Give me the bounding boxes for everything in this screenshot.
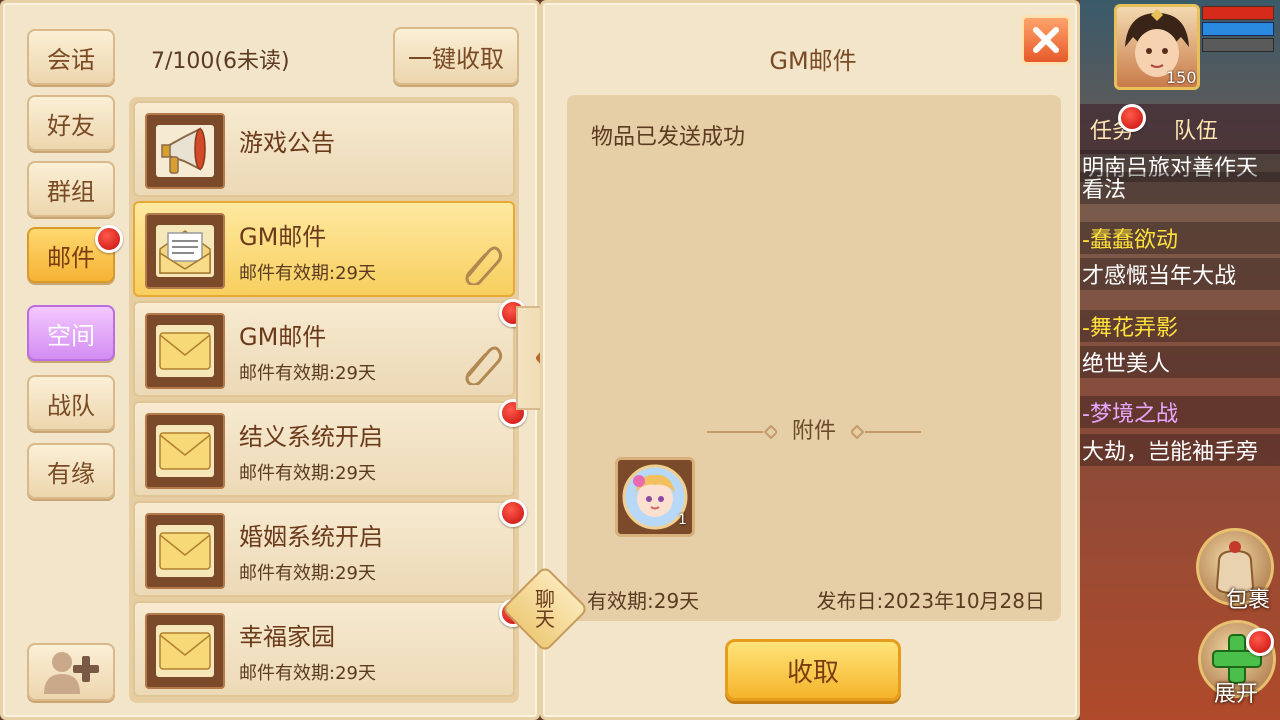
chat-line: -舞花弄影 — [1080, 310, 1280, 342]
chat-line: -梦境之战 — [1080, 396, 1280, 428]
mail-title: GM邮件 — [239, 223, 327, 251]
mail-content: 物品已发送成功 附件 1 有效期:29天 发布日:2023年10月28日 — [567, 95, 1061, 621]
tab-team-hud[interactable]: 队伍 — [1164, 113, 1228, 145]
envelope-icon — [145, 513, 225, 589]
mail-detail-title: GM邮件 — [769, 47, 857, 75]
open-envelope-icon — [145, 213, 225, 289]
tab-space[interactable]: 空间 — [27, 305, 115, 361]
tab-label: 有缘 — [47, 459, 95, 488]
hp-bar — [1202, 6, 1274, 20]
attachment-count: 1 — [678, 512, 687, 528]
mail-validity: 有效期:29天 — [587, 589, 700, 613]
social-panel: 会话 好友 群组 邮件 空间 战队 有缘 7/100(6未读) 一键收取 游戏公… — [0, 0, 540, 720]
mp-bar — [1202, 22, 1274, 36]
tab-groups[interactable]: 群组 — [27, 161, 115, 217]
tab-label: 好友 — [47, 111, 95, 140]
paperclip-icon — [465, 346, 503, 385]
mail-title: 游戏公告 — [239, 129, 335, 157]
unread-dot — [499, 499, 527, 527]
envelope-icon — [145, 613, 225, 689]
mail-item-gm[interactable]: GM邮件 邮件有效期:29天 — [133, 301, 515, 397]
tab-friends[interactable]: 好友 — [27, 95, 115, 151]
mail-item-gm-selected[interactable]: GM邮件 邮件有效期:29天 — [133, 201, 515, 297]
collect-all-button[interactable]: 一键收取 — [393, 27, 519, 85]
hero-level: 150 — [1166, 68, 1197, 87]
quest-notification-dot — [1118, 104, 1146, 132]
mail-detail-panel: GM邮件 物品已发送成功 附件 1 有效期:29天 发布日:2023年10月28… — [540, 0, 1080, 720]
tab-label: 群组 — [47, 177, 95, 206]
chat-line: 看法 — [1080, 172, 1280, 204]
mail-item-announcement[interactable]: 游戏公告 — [133, 101, 515, 197]
mail-validity: 邮件有效期:29天 — [239, 263, 376, 284]
chat-line: 大劫，岂能袖手旁 — [1080, 434, 1280, 466]
attachment-label: 附件 — [791, 419, 836, 444]
collect-all-label: 一键收取 — [408, 44, 504, 73]
tab-label: 会话 — [47, 45, 95, 74]
expand-notification-dot — [1246, 628, 1274, 656]
chat-line: 才感慨当年大战 — [1080, 258, 1280, 290]
tab-conversation[interactable]: 会话 — [27, 29, 115, 85]
close-button[interactable] — [1021, 15, 1071, 65]
mail-validity: 邮件有效期:29天 — [239, 463, 376, 484]
chat-line: -蠢蠢欲动 — [1080, 222, 1280, 254]
mail-validity: 邮件有效期:29天 — [239, 563, 376, 584]
tab-fate[interactable]: 有缘 — [27, 443, 115, 499]
mail-list[interactable]: 游戏公告 GM邮件 邮件有效期:29天 GM邮件 邮件有效期:29天 结义系统开… — [129, 97, 519, 703]
mail-notification-dot — [95, 225, 123, 253]
bag-label: 包裹 — [1226, 588, 1271, 613]
mail-item-happy-home[interactable]: 幸福家园 邮件有效期:29天 — [133, 601, 515, 697]
paperclip-icon — [465, 246, 503, 285]
envelope-icon — [145, 313, 225, 389]
divider-ornament-right — [851, 425, 921, 439]
game-background: 150 任务 队伍 明南吕旅对善作天 看法 -蠢蠢欲动 才感慨当年大战 -舞花弄… — [1080, 0, 1280, 720]
mail-count: 7/100(6未读) — [151, 49, 290, 74]
mail-title: GM邮件 — [239, 323, 327, 351]
quest-team-bar: 任务 队伍 — [1080, 104, 1280, 154]
tab-label: 空间 — [47, 321, 95, 350]
chat-tag-label: 聊天 — [535, 587, 555, 631]
publish-date: 发布日:2023年10月28日 — [816, 589, 1045, 613]
mail-body-text: 物品已发送成功 — [591, 125, 746, 150]
attachment-item[interactable]: 1 — [615, 457, 695, 537]
mail-title: 结义系统开启 — [239, 423, 383, 451]
tab-team[interactable]: 战队 — [27, 375, 115, 431]
add-friend-button[interactable] — [27, 643, 115, 701]
mail-validity: 邮件有效期:29天 — [239, 663, 376, 684]
add-friend-icon — [44, 652, 99, 694]
mail-title: 幸福家园 — [239, 623, 335, 651]
exp-bar — [1202, 38, 1274, 52]
tab-label: 邮件 — [47, 243, 95, 272]
claim-label: 收取 — [786, 657, 839, 688]
mail-validity: 邮件有效期:29天 — [239, 363, 376, 384]
chat-line: 绝世美人 — [1080, 346, 1280, 378]
close-icon — [1033, 27, 1059, 53]
tab-label: 战队 — [47, 391, 95, 420]
expand-label: 展开 — [1214, 682, 1259, 707]
mail-item-sworn-brotherhood[interactable]: 结义系统开启 邮件有效期:29天 — [133, 401, 515, 497]
claim-button[interactable]: 收取 — [725, 639, 901, 701]
envelope-icon — [145, 413, 225, 489]
megaphone-icon — [145, 113, 225, 189]
mail-item-marriage[interactable]: 婚姻系统开启 邮件有效期:29天 — [133, 501, 515, 597]
mail-title: 婚姻系统开启 — [239, 523, 383, 551]
